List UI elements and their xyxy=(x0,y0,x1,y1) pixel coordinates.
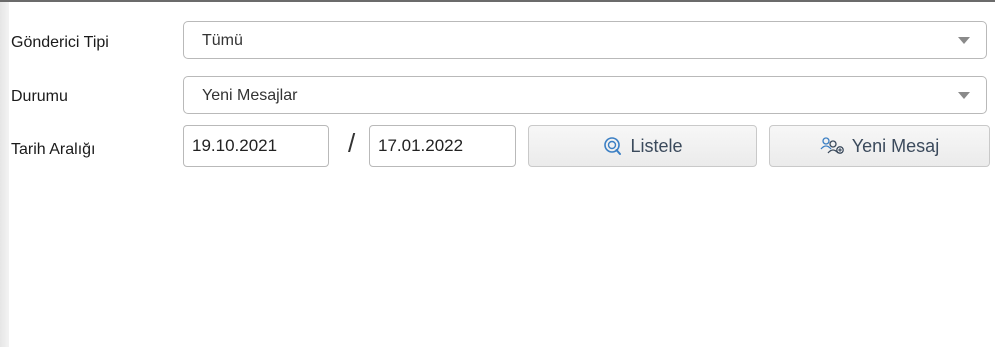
start-date-input[interactable]: 19.10.2021 xyxy=(183,125,329,167)
date-range-label: Tarih Aralığı xyxy=(11,141,96,158)
list-button[interactable]: Listele xyxy=(528,125,757,167)
status-label: Durumu xyxy=(11,88,68,105)
filter-panel: Gönderici Tipi Tümü Durumu Yeni Mesajlar… xyxy=(0,0,1002,347)
sender-type-value: Tümü xyxy=(202,32,243,49)
left-edge xyxy=(0,2,9,347)
status-value: Yeni Mesajlar xyxy=(202,87,298,104)
search-icon xyxy=(602,136,622,156)
sender-type-select[interactable]: Tümü xyxy=(183,21,987,59)
chevron-down-icon xyxy=(958,92,970,99)
date-separator: / xyxy=(348,128,356,158)
chevron-down-icon xyxy=(958,37,970,44)
top-border xyxy=(0,0,995,2)
end-date-input[interactable]: 17.01.2022 xyxy=(369,125,516,167)
users-add-icon xyxy=(820,136,844,156)
list-button-label: Listele xyxy=(630,135,683,156)
status-select[interactable]: Yeni Mesajlar xyxy=(183,76,987,114)
new-message-button-label: Yeni Mesaj xyxy=(851,135,940,156)
sender-type-label: Gönderici Tipi xyxy=(11,34,109,51)
new-message-button[interactable]: Yeni Mesaj xyxy=(769,125,990,167)
